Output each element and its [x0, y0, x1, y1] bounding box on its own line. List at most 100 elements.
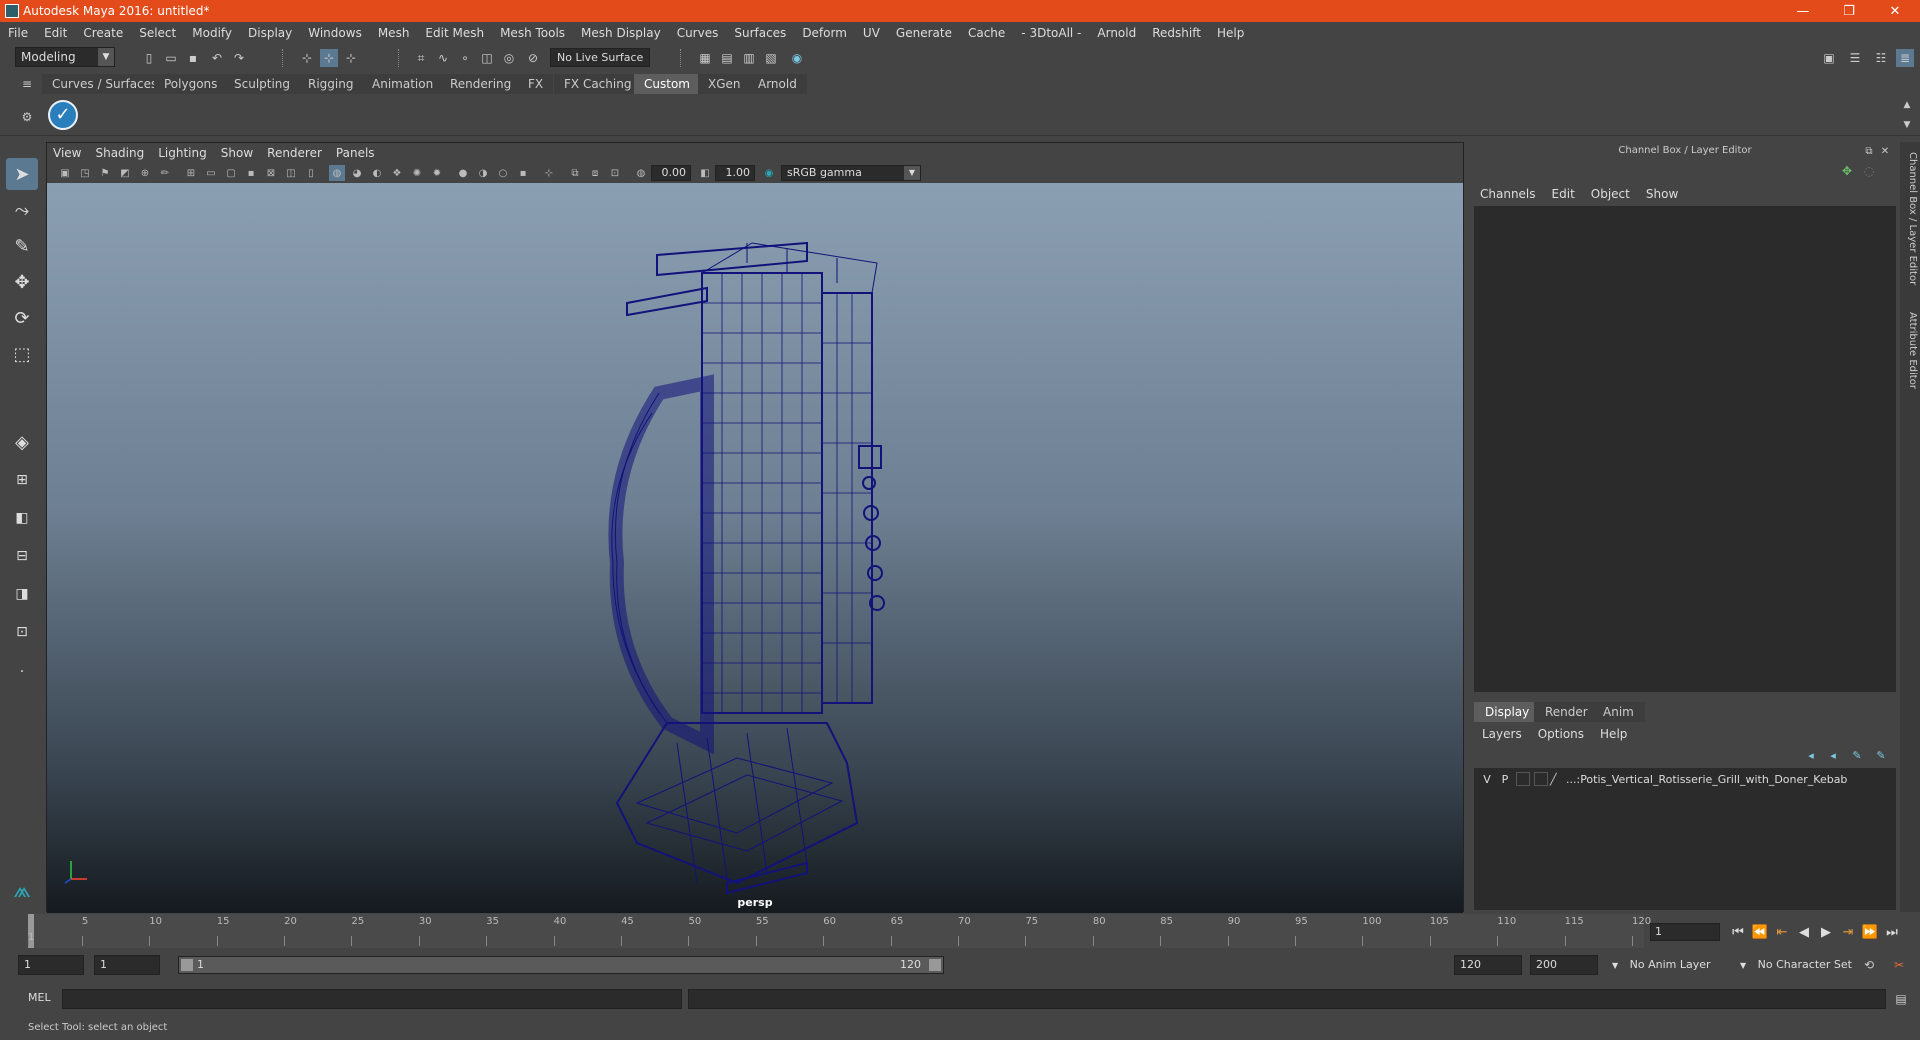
lasso-tool-icon[interactable]: ⤳ — [6, 194, 38, 226]
safe-action-icon[interactable]: ◫ — [283, 165, 299, 181]
go-to-end-icon[interactable]: ⏭ — [1882, 922, 1902, 942]
single-perspective-layout-icon[interactable]: ◈ — [6, 426, 38, 458]
shelf-tab-curves-surfaces[interactable]: Curves / Surfaces — [42, 74, 168, 94]
step-back-frame-icon[interactable]: ⏪ — [1750, 922, 1770, 942]
time-slider-track[interactable] — [28, 914, 1644, 948]
new-layer-selected-icon[interactable]: ✎ — [1872, 746, 1890, 764]
menu-mesh-tools[interactable]: Mesh Tools — [492, 26, 573, 40]
cb-menu-channels[interactable]: Channels — [1472, 187, 1544, 201]
side-tab-attribute-editor[interactable]: Attribute Editor — [1902, 312, 1918, 389]
menu-mesh-display[interactable]: Mesh Display — [573, 26, 669, 40]
exposure-field[interactable]: 0.00 — [651, 165, 691, 181]
command-input[interactable] — [62, 989, 682, 1009]
new-empty-layer-icon[interactable]: ✎ — [1848, 746, 1866, 764]
tool-more-icon[interactable]: · — [6, 656, 38, 688]
menu-display[interactable]: Display — [240, 26, 300, 40]
toggle-attribute-editor-icon[interactable]: ☰ — [1846, 49, 1864, 67]
scene-end-field[interactable]: 200 — [1530, 955, 1598, 975]
minimize-button[interactable]: — — [1780, 0, 1826, 22]
outliner-persp-layout-icon[interactable]: ◨ — [6, 578, 38, 610]
restore-button[interactable]: ❐ — [1826, 0, 1872, 22]
side-tab-channel-box[interactable]: Channel Box / Layer Editor — [1902, 152, 1918, 285]
render-settings-icon[interactable]: ▧ — [762, 49, 780, 67]
xray-components-icon[interactable]: ⊡ — [607, 165, 623, 181]
paint-select-tool-icon[interactable]: ✎ — [6, 230, 38, 262]
le-menu-help[interactable]: Help — [1592, 727, 1635, 741]
toggle-tool-settings-icon[interactable]: ☷ — [1872, 49, 1890, 67]
menu-file[interactable]: File — [0, 26, 36, 40]
shelf-tab-fx-caching[interactable]: FX Caching — [554, 74, 642, 94]
bookmark-icon[interactable]: ⚑ — [97, 165, 113, 181]
cb-menu-show[interactable]: Show — [1638, 187, 1686, 201]
play-backward-icon[interactable]: ◀ — [1794, 922, 1814, 942]
film-gate-icon[interactable]: ▭ — [203, 165, 219, 181]
layer-visibility-toggle[interactable]: V — [1478, 773, 1496, 786]
cb-menu-edit[interactable]: Edit — [1544, 187, 1583, 201]
snap-view-plane-icon[interactable]: ◫ — [478, 49, 496, 67]
layer-display-type-box[interactable] — [1516, 772, 1530, 786]
color-management-icon[interactable]: ◉ — [761, 165, 777, 181]
scene-start-field[interactable]: 1 — [18, 955, 84, 975]
camera-select-icon[interactable]: ▣ — [57, 165, 73, 181]
persp-graph-layout-icon[interactable]: ⊟ — [6, 540, 38, 572]
vp-menu-lighting[interactable]: Lighting — [152, 146, 215, 160]
view-transform-select[interactable]: sRGB gamma ▼ — [781, 165, 921, 181]
layer-row[interactable]: V P ╱ ...:Potis_Vertical_Rotisserie_Gril… — [1478, 770, 1890, 788]
range-slider[interactable]: 1 120 — [178, 956, 944, 974]
shelf-tab-custom[interactable]: Custom — [634, 74, 700, 94]
shelf-scroll-down-icon[interactable]: ▼ — [1898, 116, 1916, 134]
step-back-key-icon[interactable]: ⇤ — [1772, 922, 1792, 942]
smooth-shade-icon[interactable]: ◕ — [349, 165, 365, 181]
animation-preferences-icon[interactable]: ✂ — [1890, 956, 1908, 974]
menu-generate[interactable]: Generate — [888, 26, 960, 40]
script-editor-icon[interactable]: ▤ — [1892, 990, 1910, 1008]
shelf-tab-fx[interactable]: FX — [518, 74, 554, 94]
safe-title-icon[interactable]: ▯ — [303, 165, 319, 181]
shelf-tab-arnold[interactable]: Arnold — [748, 74, 807, 94]
playback-end-field[interactable]: 120 — [1454, 955, 1522, 975]
go-to-start-icon[interactable]: ⏮ — [1728, 922, 1748, 942]
vp-menu-panels[interactable]: Panels — [330, 146, 383, 160]
vp-menu-shading[interactable]: Shading — [89, 146, 152, 160]
use-all-lights-icon[interactable]: ✺ — [409, 165, 425, 181]
layer-tab-display[interactable]: Display — [1474, 702, 1541, 722]
layer-tab-render[interactable]: Render — [1534, 702, 1599, 722]
scale-tool-icon[interactable]: ⬚ — [6, 338, 38, 370]
layer-tab-anim[interactable]: Anim — [1592, 702, 1645, 722]
shadows-icon[interactable]: ✹ — [429, 165, 445, 181]
snap-surface-icon[interactable]: ◎ — [500, 49, 518, 67]
select-tool-icon[interactable]: ➤ — [6, 158, 38, 190]
auto-key-icon[interactable]: ⟲ — [1860, 956, 1878, 974]
menu-deform[interactable]: Deform — [794, 26, 855, 40]
menu-windows[interactable]: Windows — [300, 26, 370, 40]
vp-menu-show[interactable]: Show — [215, 146, 261, 160]
make-live-icon[interactable]: ⊘ — [524, 49, 542, 67]
textured-icon[interactable]: ❖ — [389, 165, 405, 181]
save-scene-icon[interactable]: ▪ — [184, 49, 202, 67]
grid-icon[interactable]: ⊞ — [183, 165, 199, 181]
step-forward-key-icon[interactable]: ⇥ — [1838, 922, 1858, 942]
exposure-icon[interactable]: ◍ — [633, 165, 649, 181]
select-by-object-icon[interactable]: ⊹ — [320, 49, 338, 67]
menu-modify[interactable]: Modify — [184, 26, 240, 40]
snap-curve-icon[interactable]: ∿ — [434, 49, 452, 67]
menu-edit-mesh[interactable]: Edit Mesh — [417, 26, 492, 40]
vp-menu-view[interactable]: View — [47, 146, 89, 160]
shelf-tab-rendering[interactable]: Rendering — [440, 74, 522, 94]
menu-arnold[interactable]: Arnold — [1089, 26, 1144, 40]
le-menu-layers[interactable]: Layers — [1474, 727, 1530, 741]
gamma-icon[interactable]: ◧ — [697, 165, 713, 181]
menu-edit[interactable]: Edit — [36, 26, 75, 40]
grease-pencil-icon[interactable]: ✏ — [157, 165, 173, 181]
shelf-menu-icon[interactable]: ≡ — [18, 75, 36, 93]
field-chart-icon[interactable]: ⊠ — [263, 165, 279, 181]
current-frame-field[interactable]: 1 — [1650, 923, 1720, 941]
gamma-field[interactable]: 1.00 — [715, 165, 755, 181]
menu-redshift[interactable]: Redshift — [1144, 26, 1209, 40]
wireframe-icon[interactable]: ◍ — [329, 165, 345, 181]
2d-pan-zoom-icon[interactable]: ⊕ — [137, 165, 153, 181]
shelf-tab-rigging[interactable]: Rigging — [298, 74, 364, 94]
close-button[interactable]: ✕ — [1872, 0, 1918, 22]
shelf-tab-polygons[interactable]: Polygons — [154, 74, 228, 94]
redo-icon[interactable]: ↷ — [230, 49, 248, 67]
